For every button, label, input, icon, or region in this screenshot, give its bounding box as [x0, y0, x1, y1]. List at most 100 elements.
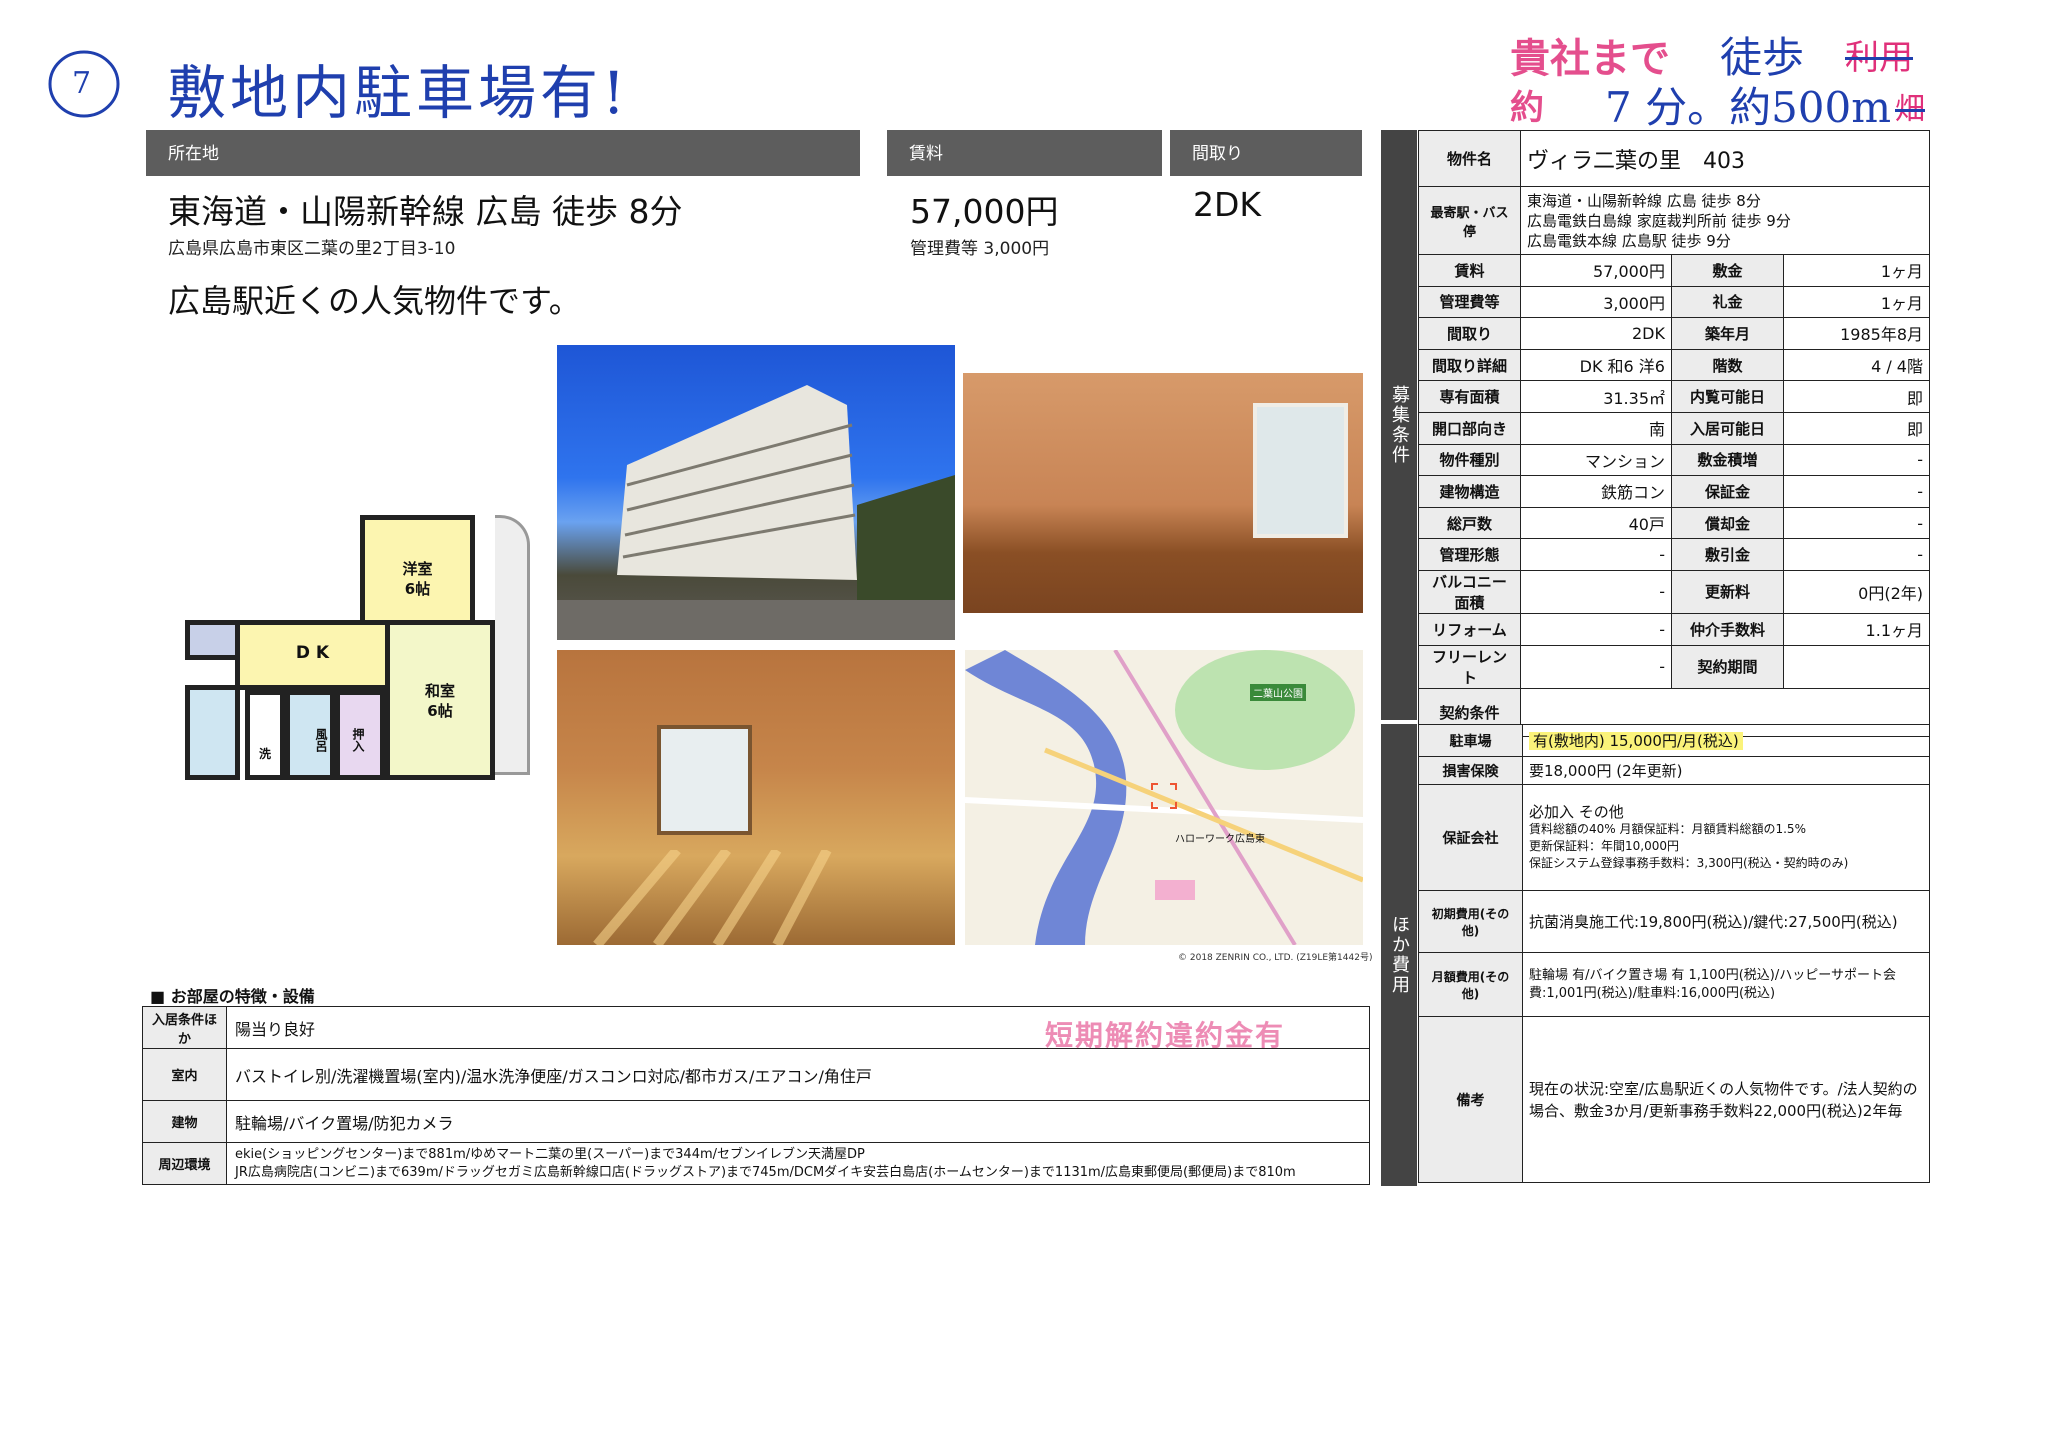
- spec-value: -: [1783, 475, 1930, 508]
- floorplan: 洋室 6帖 和室 6帖 D K 洗 風呂 押入: [160, 510, 540, 780]
- spec-label: 敷金積増: [1671, 443, 1784, 477]
- spec-value: 0円(2年): [1783, 569, 1930, 614]
- feature-label: 建物: [142, 1100, 227, 1143]
- spec-label: バルコニー面積: [1418, 569, 1521, 614]
- wash-label: 洗: [258, 747, 271, 761]
- feature-label: 周辺環境: [142, 1142, 227, 1185]
- cost-value: 要18,000円 (2年更新): [1522, 756, 1930, 785]
- station-line: 広島電鉄白島線 家庭裁判所前 徒歩 9分: [1527, 211, 1791, 230]
- spec-value: 鉄筋コン: [1520, 475, 1672, 508]
- features-title: ■ お部屋の特徴・設備: [150, 987, 315, 1006]
- feature-label: 入居条件ほか: [142, 1006, 227, 1049]
- summary-mgmt: 管理費等 3,000円: [910, 239, 1050, 259]
- cost-label: 備考: [1418, 1016, 1523, 1183]
- stamp-hw-line2: 7 分。約500m: [1605, 83, 1892, 132]
- floorplan-washroom: 洗: [245, 690, 285, 780]
- summary-rent: 57,000円: [910, 192, 1059, 231]
- spec-row: バルコニー面積 - 更新料 0円(2年): [1418, 569, 1930, 614]
- other-costs-table: 駐車場 有(敷地内) 15,000円/月(税込) 損害保険 要18,000円 (2年…: [1418, 724, 1930, 1183]
- spec-row: 建物構造 鉄筋コン 保証金 -: [1418, 475, 1930, 508]
- feature-label: 室内: [142, 1048, 227, 1101]
- spec-label: 保証金: [1671, 475, 1784, 508]
- spec-row: 専有面積 31.35㎡ 内覧可能日即: [1418, 380, 1930, 413]
- spec-label: 間取り: [1418, 317, 1521, 350]
- station-line: 広島電鉄本線 広島駅 徒歩 9分: [1527, 231, 1731, 250]
- spec-label: 入居可能日: [1671, 411, 1784, 445]
- summary-address: 広島県広島市東区二葉の里2丁目3-10: [168, 239, 456, 259]
- cost-label: 初期費用(その他): [1418, 890, 1523, 953]
- window: [1253, 403, 1348, 538]
- spec-row: 間取り 2DK 築年月 1985年8月: [1418, 317, 1930, 350]
- room1-size: 6帖: [404, 580, 431, 598]
- cost-value: 抗菌消臭施工代:19,800円(税込)/鍵代:27,500円(税込): [1522, 890, 1930, 953]
- spec-value: 即: [1783, 380, 1930, 413]
- spec-value: DK 和6 洋6: [1520, 348, 1672, 382]
- spec-label: 管理費等: [1418, 285, 1521, 319]
- map-label-park: 二葉山公園: [1250, 684, 1306, 701]
- floorplan-bath: 風呂: [285, 690, 335, 780]
- room1-label: 洋室: [402, 560, 433, 578]
- spec-label: 管理形態: [1418, 538, 1521, 571]
- spec-label: 階数: [1671, 348, 1784, 382]
- spec-value: 2DK: [1520, 317, 1672, 350]
- bath-label: 風呂: [314, 728, 328, 752]
- area-map: 二葉山公園 ハローワーク広島東: [965, 650, 1363, 945]
- feature-value: 駐輪場/バイク置場/防犯カメラ: [226, 1100, 1370, 1143]
- spec-label: 専有面積: [1418, 380, 1521, 413]
- cost-label: 駐車場: [1418, 724, 1523, 757]
- stamp-strike1: 利用: [1845, 38, 1913, 78]
- spec-side-label: 募集条件: [1381, 130, 1417, 720]
- spec-value: -: [1520, 644, 1672, 689]
- parking-value: 有(敷地内) 15,000円/月(税込): [1529, 732, 1743, 750]
- spec-label: フリーレント: [1418, 644, 1521, 689]
- floorplan-japanese-room: 和室 6帖: [385, 620, 495, 780]
- spec-value: 1.1ヶ月: [1783, 612, 1930, 646]
- header-layout: 間取り: [1170, 130, 1362, 176]
- floorplan-balcony: [495, 515, 530, 775]
- floorplan-dk: D K: [235, 620, 390, 690]
- guarantor-line: 更新保証料：年間10,000円: [1529, 838, 1679, 853]
- guarantor-line: 賃料総額の40% 月額保証料：月額賃料総額の1.5%: [1529, 821, 1806, 836]
- spec-value: 57,000円: [1520, 254, 1672, 287]
- spec-label: 最寄駅・バス停: [1418, 186, 1521, 255]
- map-credit: © 2018 ZENRIN CO., LTD. (Z19LE第1442号): [1178, 953, 1373, 963]
- floorplan-toilet: [185, 685, 240, 780]
- spec-table: 物件名 ヴィラ二葉の里 403 最寄駅・バス停 東海道・山陽新幹線 広島 徒歩 8…: [1418, 130, 1930, 737]
- spec-value: 1ヶ月: [1783, 254, 1930, 287]
- spec-row: 管理費等 3,000円 礼金 1ヶ月: [1418, 285, 1930, 319]
- spec-label: 敷引金: [1671, 538, 1784, 571]
- spec-value: 1985年8月: [1783, 317, 1930, 350]
- dk-label: D K: [295, 643, 330, 663]
- other-side-label: ほか費用: [1381, 724, 1417, 1186]
- cost-label: 月額費用(その他): [1418, 952, 1523, 1017]
- guarantor-line: 保証システム登録事務手数料：3,300円(税込・契約時のみ): [1529, 855, 1849, 870]
- spec-value: 1ヶ月: [1783, 285, 1930, 319]
- spec-value: -: [1520, 538, 1672, 571]
- spec-label: 契約期間: [1671, 644, 1784, 689]
- station-line: 東海道・山陽新幹線 広島 徒歩 8分: [1527, 191, 1761, 210]
- spec-value: -: [1520, 569, 1672, 614]
- spec-row: 賃料 57,000円 敷金 1ヶ月: [1418, 254, 1930, 287]
- floorplan-closet: 押入: [335, 690, 385, 780]
- closet-label: 押入: [351, 728, 365, 752]
- map-label-hellowork: ハローワーク広島東: [1175, 834, 1265, 845]
- guarantor-line: 必加入 その他: [1529, 802, 1624, 821]
- spec-row: リフォーム - 仲介手数料 1.1ヶ月: [1418, 612, 1930, 646]
- spec-label: 築年月: [1671, 317, 1784, 350]
- feature-value-2: JR広島病院店(コンビニ)まで639m/ドラッグセガミ広島新幹線口店(ドラッグス…: [235, 1164, 1296, 1180]
- spec-value: [1783, 644, 1930, 689]
- remarks-value: 現在の状況:空室/広島駅近くの人気物件です。/法人契約の場合、敷金3か月/更新事…: [1522, 1016, 1930, 1183]
- spec-label: 物件種別: [1418, 443, 1521, 477]
- spec-label: 開口部向き: [1418, 411, 1521, 445]
- feature-value: ekie(ショッピングセンター)まで881m/ゆめマート二葉の里(スーパー)まで…: [235, 1146, 865, 1162]
- floorplan-entrance: [185, 620, 240, 660]
- building-photo: [557, 345, 955, 640]
- spec-label: 償却金: [1671, 506, 1784, 540]
- floorplan-western-room: 洋室 6帖: [360, 515, 475, 625]
- spec-value: -: [1783, 538, 1930, 571]
- spec-label: リフォーム: [1418, 612, 1521, 646]
- property-name: ヴィラ二葉の里 403: [1520, 130, 1930, 187]
- spec-value: マンション: [1520, 443, 1672, 477]
- cost-value: 駐輪場 有/バイク置き場 有 1,100円(税込)/ハッピーサポート会費:1,0…: [1522, 952, 1930, 1017]
- stamp-strike2: 畑: [1895, 92, 1925, 127]
